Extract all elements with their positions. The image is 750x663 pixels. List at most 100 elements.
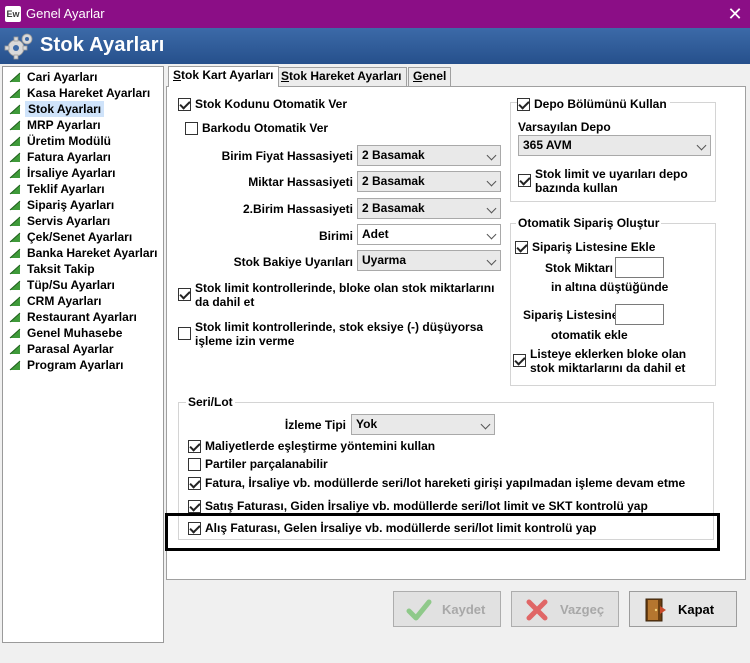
stok-miktari-label: Stok Miktarı	[545, 261, 614, 275]
field-label: Birimi	[318, 229, 353, 243]
tab-stok-kart[interactable]: Stok Kart Ayarları	[168, 66, 279, 87]
checkbox-box[interactable]	[188, 477, 201, 490]
sidebar-item[interactable]: MRP Ayarları	[7, 117, 161, 133]
sidebar-item[interactable]: Genel Muhasebe	[7, 325, 161, 341]
bakiye-uyari-select[interactable]: Uyarma	[357, 250, 501, 271]
izleme-tipi-label: İzleme Tipi	[284, 418, 346, 432]
sidebar-item[interactable]: Sipariş Ayarları	[7, 197, 161, 213]
checkbox-label: Partiler parçalanabilir	[205, 457, 328, 471]
sidebar-item[interactable]: Servis Ayarları	[7, 213, 161, 229]
checkbox-box[interactable]	[515, 241, 528, 254]
sidebar-item-label: CRM Ayarları	[27, 294, 102, 308]
sidebar-item-label: Banka Hareket Ayarları	[27, 246, 158, 260]
field-label: Stok Bakiye Uyarıları	[233, 255, 353, 269]
siparis-listesine-input[interactable]	[615, 304, 664, 325]
leaf-icon	[9, 328, 21, 339]
use-depo-checkbox[interactable]: Depo Bölümünü Kullan	[517, 97, 670, 111]
ikinci-birim-select[interactable]: 2 Basamak	[357, 198, 501, 219]
settings-nav: Cari Ayarları Kasa Hareket Ayarları Stok A…	[2, 66, 164, 643]
sidebar-item[interactable]: Banka Hareket Ayarları	[7, 245, 161, 261]
seri-lot-option[interactable]: Fatura, İrsaliye vb. modüllerde seri/lot…	[188, 476, 685, 490]
close-button[interactable]: Kapat	[629, 591, 737, 627]
checkbox-box[interactable]	[178, 327, 191, 340]
sidebar-item-label: Sipariş Ayarları	[27, 198, 115, 212]
seri-lot-option[interactable]: Partiler parçalanabilir	[188, 457, 328, 471]
close-icon[interactable]: ✕	[720, 1, 750, 27]
sidebar-item[interactable]: Stok Ayarları	[7, 101, 161, 117]
sidebar-item[interactable]: Parasal Ayarlar	[7, 341, 161, 357]
sidebar-item[interactable]: CRM Ayarları	[7, 293, 161, 309]
tab-genel[interactable]: Genel	[408, 67, 452, 86]
birimi-select[interactable]: Adet	[357, 224, 501, 245]
sidebar-item-label: Parasal Ayarlar	[27, 342, 114, 356]
sidebar-item[interactable]: Çek/Senet Ayarları	[7, 229, 161, 245]
izleme-tipi-select[interactable]: Yok	[351, 414, 495, 435]
leaf-icon	[9, 200, 21, 211]
altina-label: in altına düştüğünde	[551, 280, 669, 294]
leaf-icon	[9, 120, 21, 131]
birim-fiyat-select[interactable]: 2 Basamak	[357, 145, 501, 166]
sidebar-item[interactable]: Fatura Ayarları	[7, 149, 161, 165]
checkbox-box[interactable]	[513, 354, 526, 367]
chevron-down-icon	[696, 140, 707, 151]
seri-lot-option[interactable]: Satış Faturası, Giden İrsaliye vb. modül…	[188, 499, 648, 513]
checkbox-label-line: bazında kullan	[535, 181, 618, 195]
sidebar-item[interactable]: Tüp/Su Ayarları	[7, 277, 161, 293]
checkbox-label: Depo Bölümünü Kullan	[534, 97, 667, 111]
sidebar-item[interactable]: Restaurant Ayarları	[7, 309, 161, 325]
leaf-icon	[9, 136, 21, 147]
page-title: Stok Ayarları	[40, 34, 165, 56]
sidebar-item-label: Tüp/Su Ayarları	[27, 278, 115, 292]
checkbox-box[interactable]	[188, 458, 201, 471]
add-siparis-list-checkbox[interactable]: Sipariş Listesine Ekle	[515, 240, 655, 254]
cancel-button[interactable]: Vazgeç	[511, 591, 619, 627]
checkbox-box[interactable]	[517, 98, 530, 111]
sidebar-item[interactable]: İrsaliye Ayarları	[7, 165, 161, 181]
depo-based-checkbox[interactable]: Stok limit ve uyarıları depo bazında kull…	[518, 167, 713, 195]
leaf-icon	[9, 72, 21, 83]
sidebar-item-label: Çek/Senet Ayarları	[27, 230, 133, 244]
leaf-icon	[9, 184, 21, 195]
leaf-icon	[9, 264, 21, 275]
sidebar-item-label: Cari Ayarları	[27, 70, 98, 84]
check-icon	[406, 599, 432, 621]
window-titlebar: Ew Genel Ayarlar ✕	[0, 0, 750, 28]
checkbox-box[interactable]	[188, 440, 201, 453]
seri-lot-option[interactable]: Maliyetlerde eşleştirme yöntemini kullan	[188, 439, 435, 453]
leaf-icon	[9, 280, 21, 291]
tab-stok-hareket[interactable]: Stok Hareket Ayarları	[276, 67, 407, 86]
default-depo-label: Varsayılan Depo	[518, 120, 611, 134]
leaf-icon	[9, 232, 21, 243]
sidebar-item[interactable]: Cari Ayarları	[7, 69, 161, 85]
default-depo-select[interactable]: 365 AVM	[518, 135, 711, 156]
limit-blocked-checkbox[interactable]: Stok limit kontrollerinde, bloke olan st…	[178, 281, 498, 309]
sidebar-item-label: MRP Ayarları	[27, 118, 101, 132]
sidebar-item-label: Üretim Modülü	[27, 134, 111, 148]
leaf-icon	[9, 248, 21, 259]
stok-miktari-input[interactable]	[615, 257, 664, 278]
checkbox-label-line: Stok limit ve uyarıları depo	[535, 167, 688, 181]
checkbox-box[interactable]	[178, 288, 191, 301]
checkbox-label: Satış Faturası, Giden İrsaliye vb. modül…	[205, 499, 648, 513]
include-blocked-checkbox[interactable]: Listeye eklerken bloke olan stok miktarla…	[513, 347, 713, 375]
checkbox-box[interactable]	[185, 122, 198, 135]
checkbox-box[interactable]	[518, 174, 531, 187]
miktar-select[interactable]: 2 Basamak	[357, 171, 501, 192]
checkbox-box[interactable]	[178, 98, 191, 111]
sidebar-item[interactable]: Üretim Modülü	[7, 133, 161, 149]
sidebar-item[interactable]: Program Ayarları	[7, 357, 161, 373]
auto-code-checkbox[interactable]: Stok Kodunu Otomatik Ver	[178, 97, 347, 111]
sidebar-item[interactable]: Kasa Hareket Ayarları	[7, 85, 161, 101]
page-header: Stok Ayarları	[0, 28, 750, 64]
sidebar-item-label: Stok Ayarları	[25, 101, 105, 117]
checkbox-box[interactable]	[188, 500, 201, 513]
sidebar-item[interactable]: Teklif Ayarları	[7, 181, 161, 197]
save-button[interactable]: Kaydet	[393, 591, 501, 627]
limit-negative-checkbox[interactable]: Stok limit kontrollerinde, stok eksiye (…	[178, 320, 498, 348]
sidebar-item[interactable]: Taksit Takip	[7, 261, 161, 277]
auto-barcode-checkbox[interactable]: Barkodu Otomatik Ver	[185, 121, 328, 135]
window-title: Genel Ayarlar	[26, 6, 105, 21]
sidebar-item-label: Restaurant Ayarları	[27, 310, 137, 324]
sidebar-item-label: Genel Muhasebe	[27, 326, 123, 340]
checkbox-label: Sipariş Listesine Ekle	[532, 240, 656, 254]
